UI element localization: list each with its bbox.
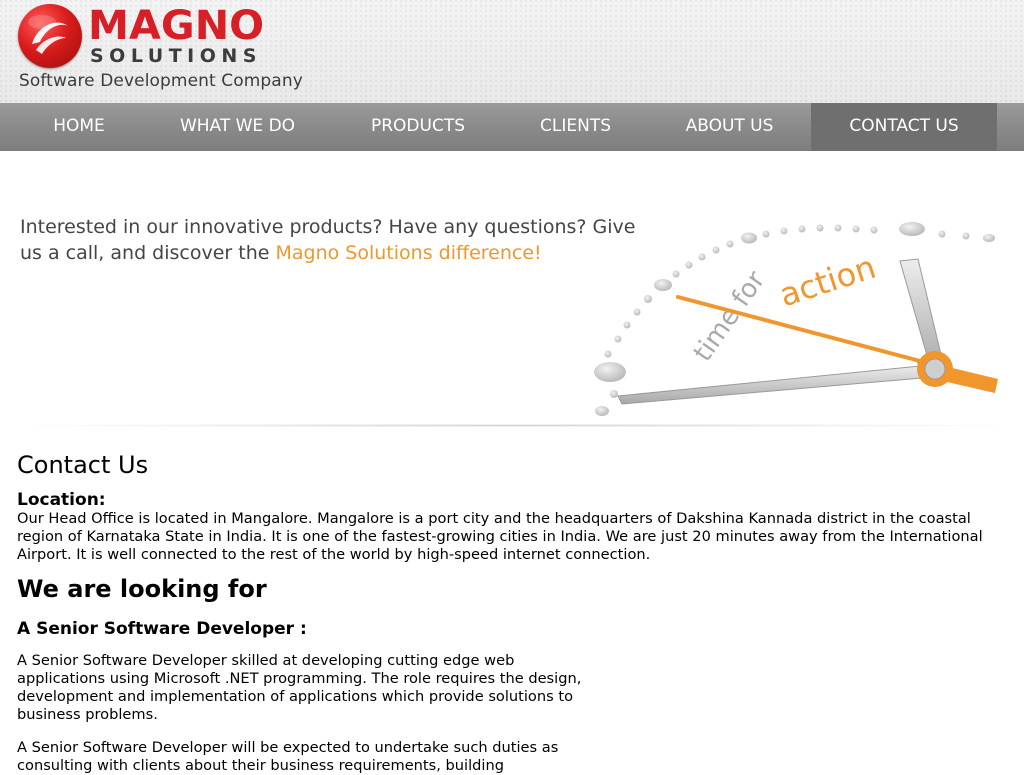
location-text: Our Head Office is located in Mangalore.… [17,510,983,563]
location-label: Location: [17,490,106,510]
site-header: MAGNO SOLUTIONS Software Development Com… [0,0,1024,103]
nav-about-us[interactable]: ABOUT US [666,103,793,151]
job-title: A Senior Software Developer : [17,619,307,639]
job-description-2: A Senior Software Developer will be expe… [17,739,559,774]
nav-clients[interactable]: CLIENTS [522,103,629,151]
company-logo[interactable]: MAGNO SOLUTIONS Software Development Com… [18,4,308,96]
nav-home[interactable]: HOME [34,103,124,151]
clock-text-action: action [775,248,880,315]
brand-subtitle: SOLUTIONS [90,45,262,67]
banner-highlight: Magno Solutions difference! [275,242,542,264]
looking-for-heading: We are looking for [17,575,267,603]
logo-emblem-icon [18,4,82,68]
nav-what-we-do[interactable]: WHAT WE DO [160,103,315,151]
page-title: Contact Us [17,451,149,479]
clock-text-time-for: time for [688,265,772,367]
clock-illustration-icon: action time for [594,222,998,416]
main-navigation: HOME WHAT WE DO PRODUCTS CLIENTS ABOUT U… [0,103,1024,151]
brand-name: MAGNO [88,3,265,49]
main-content: Contact Us Location: Our Head Office is … [17,450,1007,775]
nav-contact-us[interactable]: CONTACT US [811,103,997,151]
job-description-1: A Senior Software Developer skilled at d… [17,652,582,723]
hero-banner: Interested in our innovative products? H… [0,151,1024,434]
company-tagline: Software Development Company [19,71,303,91]
nav-products[interactable]: PRODUCTS [350,103,486,151]
banner-divider [30,424,1000,427]
